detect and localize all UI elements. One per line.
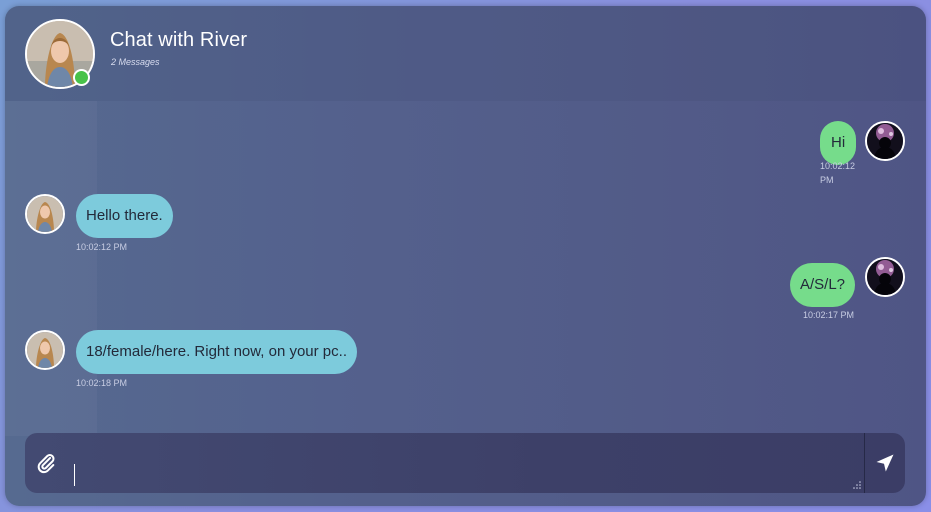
my-avatar[interactable] bbox=[865, 121, 905, 161]
message-timestamp: 10:02:12 PM bbox=[76, 242, 128, 252]
contact-photo-small bbox=[27, 196, 63, 232]
my-avatar-image bbox=[867, 259, 903, 295]
paper-plane-icon bbox=[876, 454, 894, 472]
message-composer bbox=[25, 433, 905, 493]
message-list: Hi 10:02:12 PM Hello there. 10:02:12 PM bbox=[5, 101, 926, 431]
send-button[interactable] bbox=[873, 451, 897, 475]
message-input[interactable] bbox=[73, 443, 867, 485]
chat-title: Chat with River bbox=[110, 29, 248, 51]
message-bubble-outgoing: A/S/L? bbox=[790, 263, 856, 307]
online-status-dot bbox=[73, 69, 90, 86]
my-avatar[interactable] bbox=[865, 257, 905, 297]
chat-header: Chat with River 2 Messages bbox=[5, 6, 926, 101]
message-timestamp: 10:02:18 PM bbox=[76, 378, 128, 388]
message-timestamp: 10:02:12 PM bbox=[820, 161, 856, 185]
composer-divider bbox=[864, 433, 865, 493]
paperclip-icon[interactable] bbox=[35, 452, 57, 474]
contact-photo-small bbox=[27, 332, 63, 368]
message-bubble-incoming: 18/female/here. Right now, on your pc.. bbox=[76, 330, 357, 374]
my-avatar-image bbox=[867, 123, 903, 159]
chat-window: Chat with River 2 Messages Hi 10:02:12 P… bbox=[5, 6, 926, 506]
contact-message-avatar[interactable] bbox=[25, 194, 65, 234]
message-bubble-incoming: Hello there. bbox=[76, 194, 173, 238]
contact-message-avatar[interactable] bbox=[25, 330, 65, 370]
message-count: 2 Messages bbox=[111, 57, 160, 67]
message-timestamp: 10:02:17 PM bbox=[803, 310, 855, 320]
text-caret bbox=[74, 464, 75, 486]
resize-grip-icon[interactable] bbox=[853, 481, 861, 489]
